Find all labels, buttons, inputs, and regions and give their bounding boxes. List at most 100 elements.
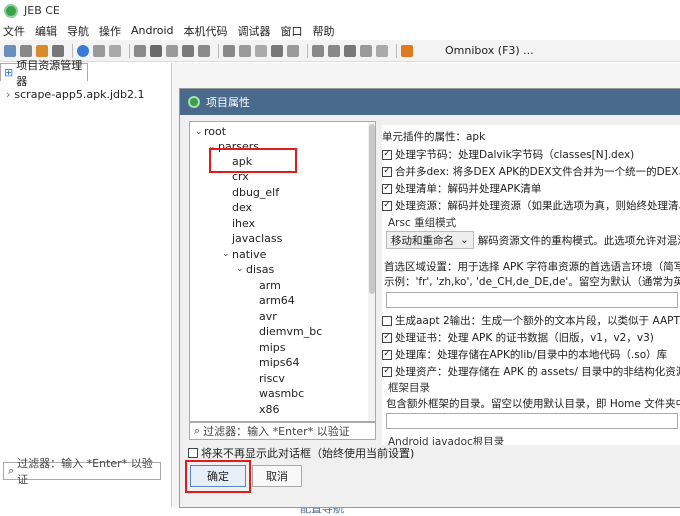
framework-dir-input[interactable] [386, 413, 678, 429]
checkbox-aapt2-output[interactable]: 生成aapt 2输出：生成一个额外的文本片段，以类似于 AAPT2 的 [382, 313, 680, 328]
chevron-down-icon: ⌄ [460, 234, 469, 246]
checkbox-box[interactable]: ✓ [382, 366, 392, 377]
plugin-icon[interactable] [36, 44, 48, 57]
rename-icon[interactable] [166, 44, 178, 57]
explorer-filter-input[interactable]: ⌕ 过滤器：输入 *Enter* 以验证 [3, 457, 161, 486]
tree-node-avr[interactable]: avr [259, 310, 277, 323]
checkbox-merge-multidex[interactable]: ✓ 合并多dex: 将多DEX APK的DEX文件合并为一个统一的DEX单元 [382, 164, 680, 179]
run-icon[interactable] [376, 44, 388, 57]
locale-input[interactable] [386, 292, 678, 308]
checkbox-label: 处理证书：处理 APK 的证书数据（旧版，v1，v2，v3) [395, 332, 654, 344]
tree-node-native[interactable]: native [232, 248, 266, 261]
menu-bar: 文件 编辑 导航 操作 Android 本机代码 调试器 窗口 帮助 [0, 21, 680, 40]
parse-icon[interactable] [198, 44, 210, 57]
cancel-button[interactable]: 取消 [252, 465, 302, 487]
tree-filter-input[interactable]: ⌕ 过滤器：输入 *Enter* 以验证 [189, 422, 376, 440]
menu-debugger[interactable]: 调试器 [238, 23, 271, 39]
checkbox-box[interactable]: ✓ [382, 149, 392, 160]
chevron-right-icon[interactable]: › [6, 88, 10, 101]
forward-icon[interactable] [328, 44, 340, 57]
framework-desc: 包含额外框架的目录。留空以使用默认目录，即 Home 文件夹中的 [386, 398, 680, 410]
debug-icon[interactable] [344, 44, 356, 57]
tree-node-disas[interactable]: disas [246, 263, 274, 276]
xref-icon[interactable] [182, 44, 194, 57]
toolbar-separator [396, 43, 397, 58]
menu-edit[interactable]: 编辑 [35, 23, 57, 39]
locale-desc-2: 示例：'fr', 'zh,ko', 'de_CH,de_DE,de'。留空为默认… [384, 276, 680, 288]
chevron-down-icon[interactable]: ⌄ [195, 127, 203, 137]
tree-node-dbug-elf[interactable]: dbug_elf [232, 186, 279, 199]
checkbox-process-assets[interactable]: ✓ 处理资产：处理存储在 APK 的 assets/ 目录中的非结构化资源 [382, 364, 680, 379]
decompile-icon[interactable] [134, 44, 146, 57]
globe-icon[interactable] [77, 44, 89, 57]
menu-help[interactable]: 帮助 [313, 23, 335, 39]
tree-node-wasmbc[interactable]: wasmbc [259, 387, 304, 400]
checkbox-box[interactable] [382, 315, 392, 326]
project-tree-item[interactable]: › scrape-app5.apk.jdb2.1 [6, 88, 144, 101]
tree-node-arm64[interactable]: arm64 [259, 294, 295, 307]
checkbox-process-bytecode[interactable]: ✓ 处理字节码：处理Dalvik字节码（classes[N].dex) [382, 147, 634, 162]
menu-action[interactable]: 操作 [99, 23, 121, 39]
delete-icon[interactable] [52, 44, 64, 57]
checkbox-box[interactable]: ✓ [382, 183, 392, 194]
omnibox-label[interactable]: Omnibox (F3) ... [445, 44, 534, 57]
checkbox-process-libs[interactable]: ✓ 处理库：处理存储在APK的lib/目录中的本地代码（.so）库 [382, 347, 667, 362]
checkbox-box[interactable]: ✓ [382, 200, 392, 211]
comment-icon[interactable] [150, 44, 162, 57]
checkbox-label: 处理资源：解码并处理资源（如果此选项为真，则始终处理清单) [395, 200, 680, 212]
tree-node-dex[interactable]: dex [232, 201, 252, 214]
step-icon[interactable] [360, 44, 372, 57]
checkbox-label: 合并多dex: 将多DEX APK的DEX文件合并为一个统一的DEX单元 [395, 166, 680, 178]
checkbox-box[interactable]: ✓ [382, 349, 392, 360]
rocket-icon[interactable] [401, 44, 413, 57]
checkbox-box[interactable]: ✓ [382, 166, 392, 177]
search-icon: ⌕ [194, 424, 201, 437]
menu-navigate[interactable]: 导航 [67, 23, 89, 39]
hex-icon[interactable] [255, 44, 267, 57]
tab-project-explorer[interactable]: ⊞ 项目资源管理器 [0, 59, 88, 88]
save-icon[interactable] [20, 44, 32, 57]
tree-node-mips64[interactable]: mips64 [259, 356, 299, 369]
tree-node-diemvm-bc[interactable]: diemvm_bc [259, 325, 322, 338]
checkbox-process-certs[interactable]: ✓ 处理证书：处理 APK 的证书数据（旧版，v1，v2，v3) [382, 330, 654, 345]
dont-show-again-checkbox[interactable]: 将来不再显示此对话框（始终使用当前设置) [188, 445, 414, 461]
chevron-down-icon[interactable]: ⌄ [222, 249, 230, 259]
tree-filter-placeholder: 过滤器：输入 *Enter* 以验证 [203, 425, 350, 438]
tree-node-ihex[interactable]: ihex [232, 217, 255, 230]
checkbox-box[interactable] [188, 448, 198, 458]
open-icon[interactable] [4, 44, 16, 57]
explorer-filter-placeholder: 过滤器：输入 *Enter* 以验证 [17, 457, 153, 486]
tree-node-arm[interactable]: arm [259, 279, 281, 292]
menu-android[interactable]: Android [131, 24, 174, 37]
checkbox-process-resources[interactable]: ✓ 处理资源：解码并处理资源（如果此选项为真，则始终处理清单) [382, 198, 680, 213]
tree-node-riscv[interactable]: riscv [259, 372, 285, 385]
checkbox-box[interactable]: ✓ [382, 332, 392, 343]
paste-icon[interactable] [109, 44, 121, 57]
tree-node-root[interactable]: root [204, 125, 226, 138]
arsc-mode-select[interactable]: 移动和重命名 ⌄ [386, 231, 474, 249]
group-javadoc: Android javadoc根目录 [388, 436, 505, 445]
menu-window[interactable]: 窗口 [281, 23, 303, 39]
project-properties-dialog: 项目属性 ⌄ root ⌄ parsers apk crx dbug_elf d… [180, 89, 680, 507]
arsc-mode-desc: 解码资源文件的重构模式。此选项允许对混淆的 [477, 234, 680, 247]
menu-file[interactable]: 文件 [3, 23, 25, 39]
chevron-down-icon[interactable]: ⌄ [236, 264, 244, 274]
tree-node-javaclass[interactable]: javaclass [232, 232, 282, 245]
tree-scrollbar-thumb[interactable] [369, 124, 375, 294]
grid-icon[interactable] [223, 44, 235, 57]
copy-icon[interactable] [93, 44, 105, 57]
tree-icon[interactable] [271, 44, 283, 57]
props-header-text: 单元插件的属性：apk [382, 131, 486, 143]
checkbox-process-manifest[interactable]: ✓ 处理清单：解码并处理APK清单 [382, 181, 541, 196]
highlight-apk [209, 148, 297, 173]
graph-icon[interactable] [287, 44, 299, 57]
back-icon[interactable] [312, 44, 324, 57]
highlight-ok-button [185, 460, 251, 493]
locale-desc-1: 首选区域设置：用于选择 APK 字符串资源的首选语言环境（简写形式 [384, 261, 680, 273]
tree-node-mips[interactable]: mips [259, 341, 286, 354]
menu-native[interactable]: 本机代码 [184, 23, 228, 39]
jeb-logo-icon [188, 96, 200, 108]
tree-node-x86[interactable]: x86 [259, 403, 280, 416]
tree-scrollbar[interactable] [368, 122, 375, 421]
list-icon[interactable] [239, 44, 251, 57]
